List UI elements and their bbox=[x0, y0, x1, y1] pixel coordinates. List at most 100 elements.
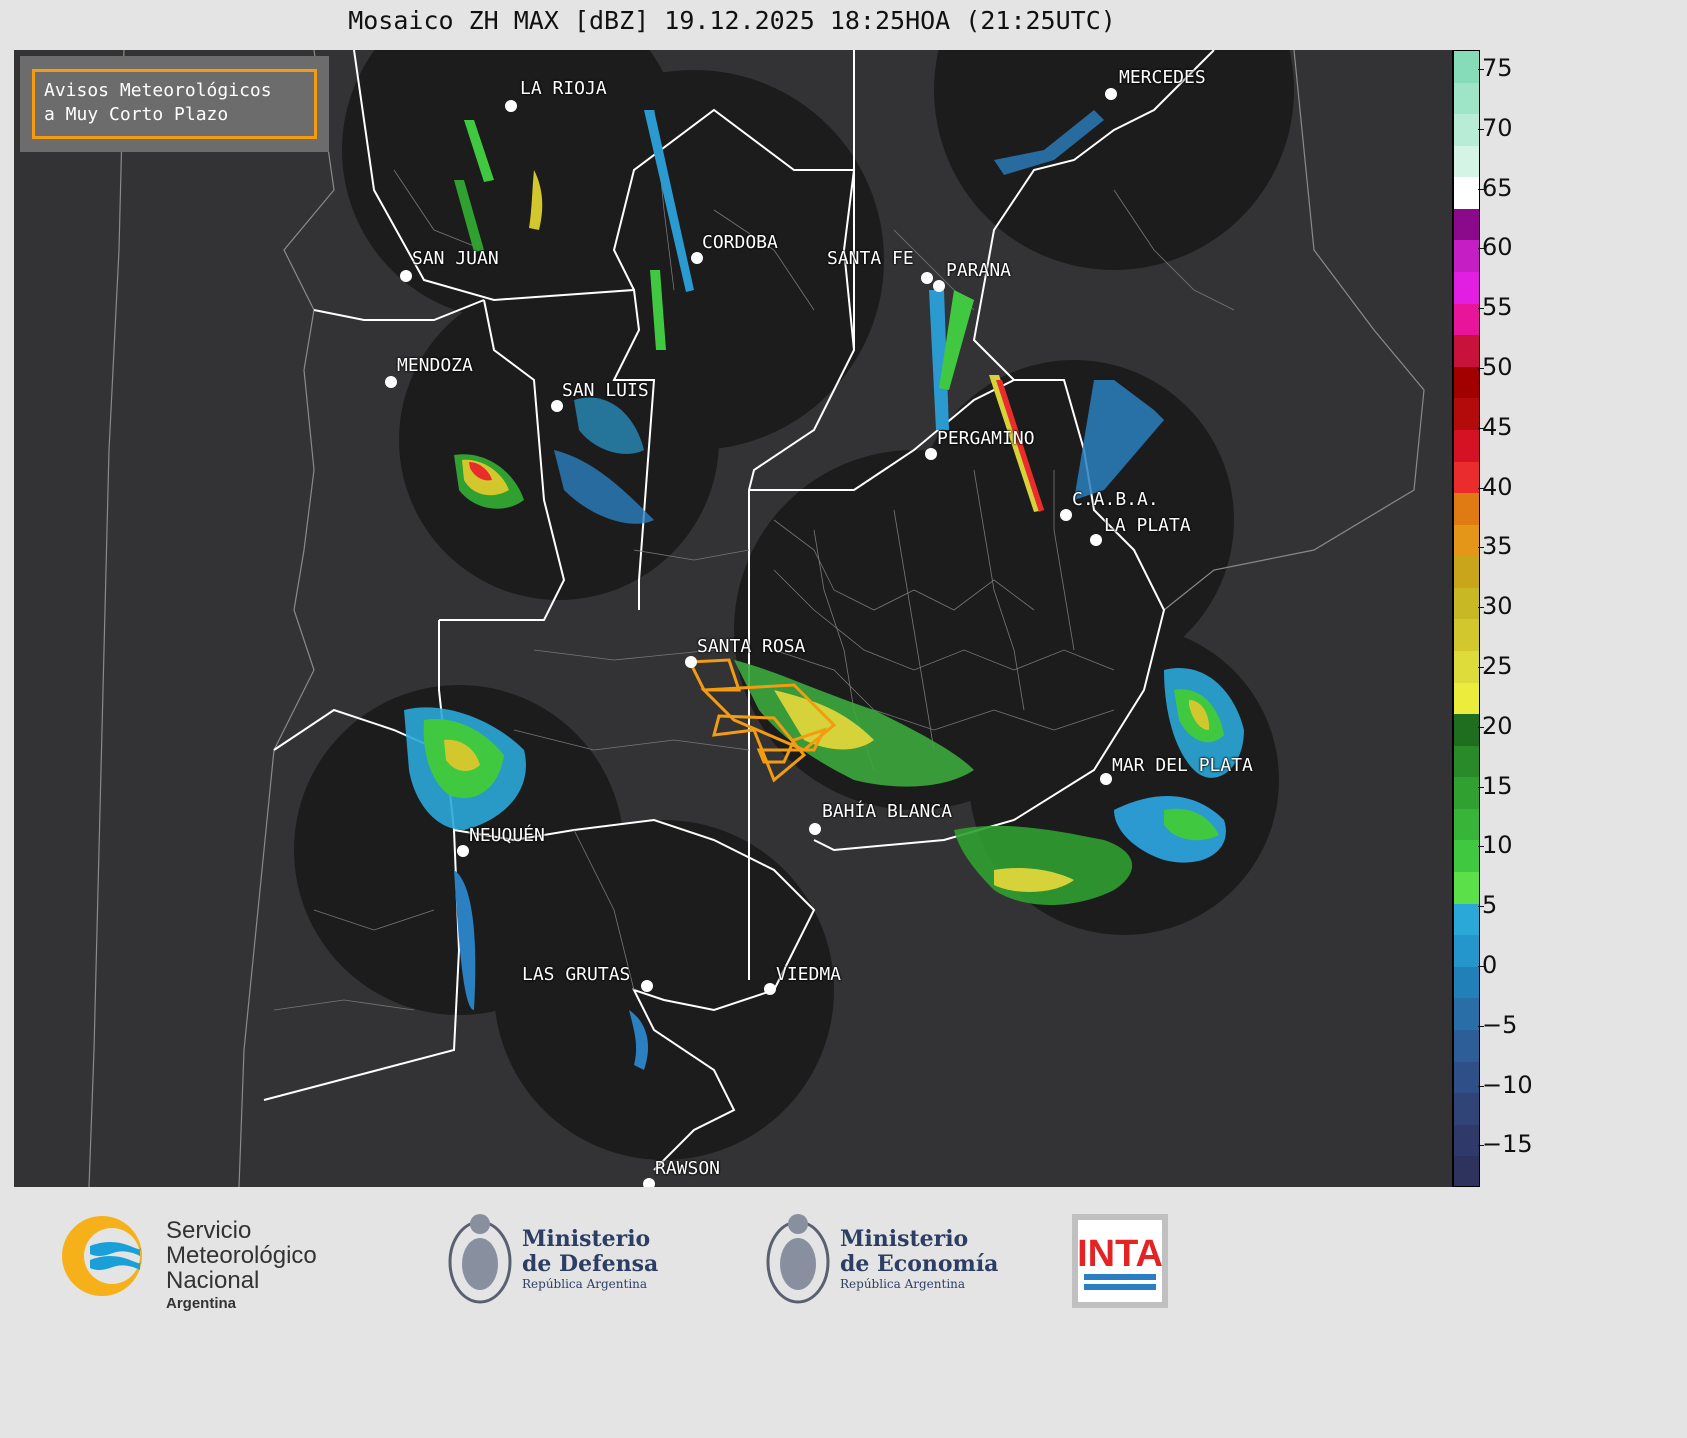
colorbar-segment bbox=[1454, 240, 1479, 273]
defensa-line3: República Argentina bbox=[522, 1277, 647, 1291]
colorbar-segment bbox=[1454, 493, 1479, 525]
colorbar-segment bbox=[1454, 1029, 1479, 1062]
city-label-san-luis: SAN LUIS bbox=[562, 380, 649, 401]
city-marker-caba[interactable] bbox=[1060, 509, 1072, 521]
colorbar-segment bbox=[1454, 682, 1479, 715]
inta-logo: INTA bbox=[1072, 1214, 1168, 1308]
city-label-la-rioja: LA RIOJA bbox=[520, 78, 607, 99]
colorbar-tick-label: 60 bbox=[1478, 233, 1513, 262]
city-label-neuquen: NEUQUÉN bbox=[469, 825, 545, 846]
colorbar-segment bbox=[1454, 650, 1479, 683]
map-title: Mosaico ZH MAX [dBZ] 19.12.2025 18:25HOA… bbox=[348, 6, 1116, 35]
city-label-cordoba: CORDOBA bbox=[702, 232, 778, 253]
colorbar-tick-label: 45 bbox=[1478, 412, 1513, 441]
colorbar-segment bbox=[1454, 745, 1479, 778]
colorbar-segment bbox=[1454, 366, 1479, 399]
smn-line2: Meteorológico bbox=[166, 1242, 317, 1269]
colorbar-segment bbox=[1454, 177, 1479, 209]
colorbar-tick-label: 50 bbox=[1478, 353, 1513, 381]
colorbar-segment bbox=[1454, 1156, 1479, 1186]
city-label-santa-rosa: SANTA ROSA bbox=[697, 636, 806, 657]
colorbar-segment bbox=[1454, 145, 1479, 178]
colorbar-tick-label: 30 bbox=[1478, 592, 1513, 621]
city-marker-neuquen[interactable] bbox=[457, 845, 469, 857]
colorbar-tick-label: 40 bbox=[1478, 472, 1513, 501]
colorbar-segment bbox=[1454, 461, 1479, 494]
smn-line1: Servicio bbox=[166, 1217, 251, 1244]
colorbar-segment bbox=[1454, 1093, 1479, 1125]
city-marker-santa-fe[interactable] bbox=[921, 272, 933, 284]
colorbar-segment bbox=[1454, 208, 1479, 241]
defensa-line1: Ministerio bbox=[522, 1226, 650, 1252]
economia-line1: Ministerio bbox=[840, 1226, 968, 1252]
colorbar-segment bbox=[1454, 966, 1479, 999]
colorbar-tick-label: 10 bbox=[1478, 831, 1513, 860]
colorbar-segment bbox=[1454, 619, 1479, 651]
colorbar-segment bbox=[1454, 777, 1479, 809]
colorbar-segment bbox=[1454, 840, 1479, 873]
city-marker-rawson[interactable] bbox=[643, 1178, 655, 1187]
warning-legend-line2: a Muy Corto Plazo bbox=[44, 104, 229, 125]
colorbar-segment bbox=[1454, 51, 1479, 83]
city-label-rawson: RAWSON bbox=[655, 1158, 721, 1179]
colorbar-tick-label: 65 bbox=[1478, 173, 1513, 202]
colorbar-segment bbox=[1454, 114, 1479, 146]
city-marker-las-grutas[interactable] bbox=[641, 980, 653, 992]
colorbar-segment bbox=[1454, 556, 1479, 588]
warning-legend-frame: Avisos Meteorológicos a Muy Corto Plazo bbox=[32, 69, 317, 139]
city-label-viedma: VIEDMA bbox=[776, 964, 842, 985]
city-marker-la-rioja[interactable] bbox=[505, 100, 517, 112]
economia-line3: República Argentina bbox=[840, 1277, 965, 1291]
colorbar-tick-label: 55 bbox=[1478, 293, 1513, 322]
city-marker-la-plata[interactable] bbox=[1090, 534, 1102, 546]
city-marker-parana[interactable] bbox=[933, 280, 945, 292]
colorbar-segment bbox=[1454, 303, 1479, 336]
colorbar-segment bbox=[1454, 808, 1479, 841]
colorbar-tick-label: 35 bbox=[1478, 532, 1513, 561]
economia-line2: de Economía bbox=[840, 1251, 998, 1277]
warning-legend-line1: Avisos Meteorológicos bbox=[44, 80, 272, 101]
colorbar-segment bbox=[1454, 714, 1479, 746]
colorbar-segment bbox=[1454, 998, 1479, 1030]
coat-of-arms-icon bbox=[448, 1214, 512, 1304]
city-label-mar-del-plata: MAR DEL PLATA bbox=[1112, 755, 1253, 776]
city-marker-bahia-blanca[interactable] bbox=[809, 823, 821, 835]
city-marker-santa-rosa[interactable] bbox=[685, 656, 697, 668]
city-marker-viedma[interactable] bbox=[764, 983, 776, 995]
city-marker-san-juan[interactable] bbox=[400, 270, 412, 282]
warning-legend: Avisos Meteorológicos a Muy Corto Plazo bbox=[20, 56, 329, 152]
ministerio-defensa-logo: Ministerio de Defensa República Argentin… bbox=[448, 1214, 658, 1304]
colorbar-segment bbox=[1454, 903, 1479, 936]
city-marker-san-luis[interactable] bbox=[551, 400, 563, 412]
smn-line3: Nacional bbox=[166, 1267, 259, 1294]
colorbar-segment bbox=[1454, 872, 1479, 904]
coat-of-arms-icon bbox=[766, 1214, 830, 1304]
city-marker-mendoza[interactable] bbox=[385, 376, 397, 388]
colorbar-tick-label: 25 bbox=[1478, 652, 1513, 680]
radar-coverage bbox=[294, 50, 1294, 1160]
city-label-san-juan: SAN JUAN bbox=[412, 248, 499, 269]
colorbar-segment bbox=[1454, 429, 1479, 462]
radar-map[interactable]: Avisos Meteorológicos a Muy Corto Plazo … bbox=[14, 50, 1453, 1187]
city-label-mercedes: MERCEDES bbox=[1119, 67, 1206, 88]
colorbar-tick-label: 15 bbox=[1478, 771, 1513, 800]
city-label-pergamino: PERGAMINO bbox=[937, 428, 1035, 449]
colorbar-segment bbox=[1454, 1124, 1479, 1157]
city-label-la-plata: LA PLATA bbox=[1104, 515, 1191, 536]
colorbar-segment bbox=[1454, 398, 1479, 430]
smn-line4: Argentina bbox=[166, 1295, 237, 1312]
colorbar-tick-label: 0 bbox=[1477, 951, 1498, 979]
city-marker-mar-del-plata[interactable] bbox=[1100, 773, 1112, 785]
colorbar-segment bbox=[1454, 272, 1479, 304]
colorbar-segment bbox=[1454, 82, 1479, 115]
colorbar-segment bbox=[1454, 587, 1479, 620]
footer-logos: Servicio Meteorológico Nacional Argentin… bbox=[0, 1190, 1568, 1337]
city-marker-pergamino[interactable] bbox=[925, 448, 937, 460]
city-label-parana: PARANA bbox=[946, 260, 1012, 281]
colorbar-tick-label: 5 bbox=[1477, 891, 1498, 920]
city-marker-cordoba[interactable] bbox=[691, 252, 703, 264]
colorbar-tick-label: −5 bbox=[1477, 1010, 1518, 1039]
inta-text: INTA bbox=[1077, 1233, 1163, 1275]
colorbar-segment bbox=[1454, 335, 1479, 367]
city-marker-mercedes[interactable] bbox=[1105, 88, 1117, 100]
